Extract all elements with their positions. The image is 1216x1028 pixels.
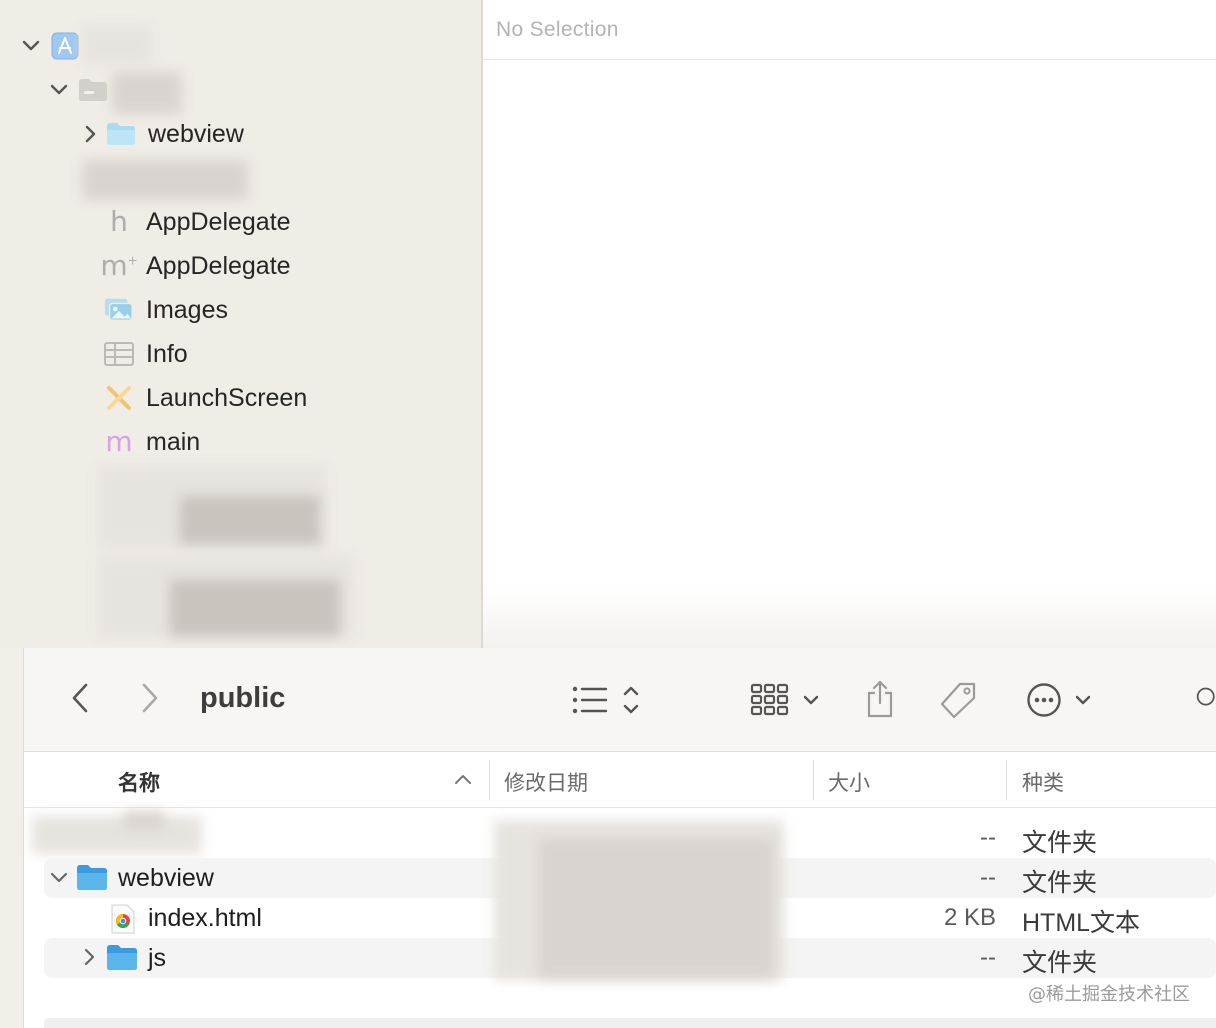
file-kind: 文件夹 bbox=[1022, 949, 1098, 977]
tag-button[interactable] bbox=[938, 678, 978, 722]
file-size: -- bbox=[980, 824, 996, 851]
share-icon bbox=[867, 680, 893, 718]
redacted-dates bbox=[538, 838, 774, 978]
tree-label: Info bbox=[146, 339, 188, 368]
file-name: webview bbox=[118, 864, 214, 892]
grid-group-icon bbox=[750, 683, 819, 716]
tree-row-project[interactable] bbox=[20, 26, 80, 66]
tree-row-group[interactable] bbox=[48, 70, 108, 110]
column-name[interactable]: 名称 bbox=[118, 767, 160, 797]
file-kind: HTML文本 bbox=[1022, 909, 1141, 937]
file-size: -- bbox=[980, 864, 996, 891]
file-name: js bbox=[148, 944, 167, 972]
tree-row-launchscreen[interactable]: LaunchScreen bbox=[104, 378, 307, 418]
tag-icon bbox=[940, 682, 976, 719]
html-document-icon bbox=[110, 904, 136, 939]
project-navigator: webview h AppDelegate m+ AppDelegate Ima… bbox=[0, 0, 481, 648]
finder-toolbar: public bbox=[24, 648, 1216, 752]
tree-row-appdelegate-m[interactable]: m+ AppDelegate bbox=[100, 246, 291, 286]
redacted-name bbox=[32, 816, 202, 854]
folder-icon bbox=[76, 863, 108, 896]
chevron-left-icon bbox=[72, 683, 88, 713]
column-separator[interactable] bbox=[813, 760, 814, 800]
chevron-right-icon[interactable] bbox=[84, 948, 96, 971]
tree-row-images[interactable]: Images bbox=[104, 290, 228, 330]
group-by-button[interactable] bbox=[750, 678, 824, 722]
group-folder-icon bbox=[78, 75, 108, 105]
no-selection-label: No Selection bbox=[496, 18, 619, 41]
redacted-item bbox=[82, 160, 248, 200]
app-project-icon bbox=[50, 31, 80, 61]
tree-label: main bbox=[146, 427, 201, 456]
tree-label: LaunchScreen bbox=[146, 383, 308, 412]
tree-row-info[interactable]: Info bbox=[104, 334, 188, 374]
column-header: 名称 修改日期 大小 种类 bbox=[24, 752, 1216, 808]
editor-jump-bar: No Selection bbox=[483, 0, 1216, 60]
xcode-window: webview h AppDelegate m+ AppDelegate Ima… bbox=[0, 0, 1216, 648]
back-button[interactable] bbox=[64, 678, 96, 718]
horizontal-scrollbar[interactable] bbox=[44, 1018, 1216, 1028]
redacted-name bbox=[124, 812, 164, 830]
list-view-icon bbox=[572, 686, 639, 714]
objc-implementation-icon: m+ bbox=[100, 249, 138, 282]
more-actions-button[interactable] bbox=[1024, 678, 1096, 722]
asset-catalog-icon bbox=[104, 295, 134, 325]
search-button[interactable] bbox=[1194, 678, 1216, 718]
sort-ascending-icon[interactable] bbox=[454, 772, 472, 790]
list-view-button[interactable] bbox=[570, 678, 650, 722]
tree-row-webview[interactable]: webview bbox=[80, 114, 244, 154]
folder-icon bbox=[106, 943, 138, 976]
search-icon bbox=[1196, 687, 1215, 706]
storyboard-icon bbox=[104, 383, 134, 413]
chevron-down-icon[interactable] bbox=[50, 871, 68, 889]
finder-sidebar bbox=[0, 648, 24, 1028]
folder-title: public bbox=[200, 682, 286, 714]
column-size[interactable]: 大小 bbox=[828, 767, 870, 797]
forward-button[interactable] bbox=[134, 678, 166, 718]
chevron-right-icon bbox=[142, 683, 158, 713]
tree-label-webview: webview bbox=[148, 119, 244, 148]
tree-row-appdelegate-h[interactable]: h AppDelegate bbox=[104, 202, 291, 242]
tree-label: Images bbox=[146, 295, 228, 324]
watermark: @稀土掘金技术社区 bbox=[1028, 984, 1190, 1005]
tree-row-main[interactable]: m main bbox=[104, 422, 200, 462]
editor-area: No Selection bbox=[483, 0, 1216, 648]
folder-icon bbox=[106, 119, 136, 149]
file-size: 2 KB bbox=[943, 904, 996, 931]
header-file-icon: h bbox=[110, 205, 128, 238]
column-separator[interactable] bbox=[489, 760, 490, 800]
column-separator[interactable] bbox=[1006, 760, 1007, 800]
tree-label: AppDelegate bbox=[146, 251, 291, 280]
column-kind[interactable]: 种类 bbox=[1022, 767, 1064, 797]
file-size: -- bbox=[980, 944, 996, 971]
plist-icon bbox=[104, 339, 134, 369]
finder-window: public 名称 修改日期 大小 种类 -- 文件夹 webview -- 文… bbox=[0, 648, 1216, 1028]
chevron-right-icon[interactable] bbox=[80, 123, 102, 145]
file-name: index.html bbox=[148, 904, 262, 932]
chevron-down-icon[interactable] bbox=[48, 79, 70, 101]
tree-label: AppDelegate bbox=[146, 207, 291, 236]
column-date[interactable]: 修改日期 bbox=[504, 767, 588, 797]
redacted-project-name bbox=[82, 26, 152, 64]
file-kind: 文件夹 bbox=[1022, 829, 1098, 857]
redacted-item bbox=[180, 496, 320, 544]
share-button[interactable] bbox=[862, 676, 898, 722]
editor-bottom-fade bbox=[483, 588, 1216, 648]
file-kind: 文件夹 bbox=[1022, 869, 1098, 897]
chevron-down-icon[interactable] bbox=[20, 35, 42, 57]
ellipsis-circle-icon bbox=[1027, 683, 1091, 717]
redacted-item bbox=[170, 580, 340, 636]
objc-source-icon: m bbox=[105, 425, 133, 458]
redacted-group-name bbox=[112, 72, 182, 114]
